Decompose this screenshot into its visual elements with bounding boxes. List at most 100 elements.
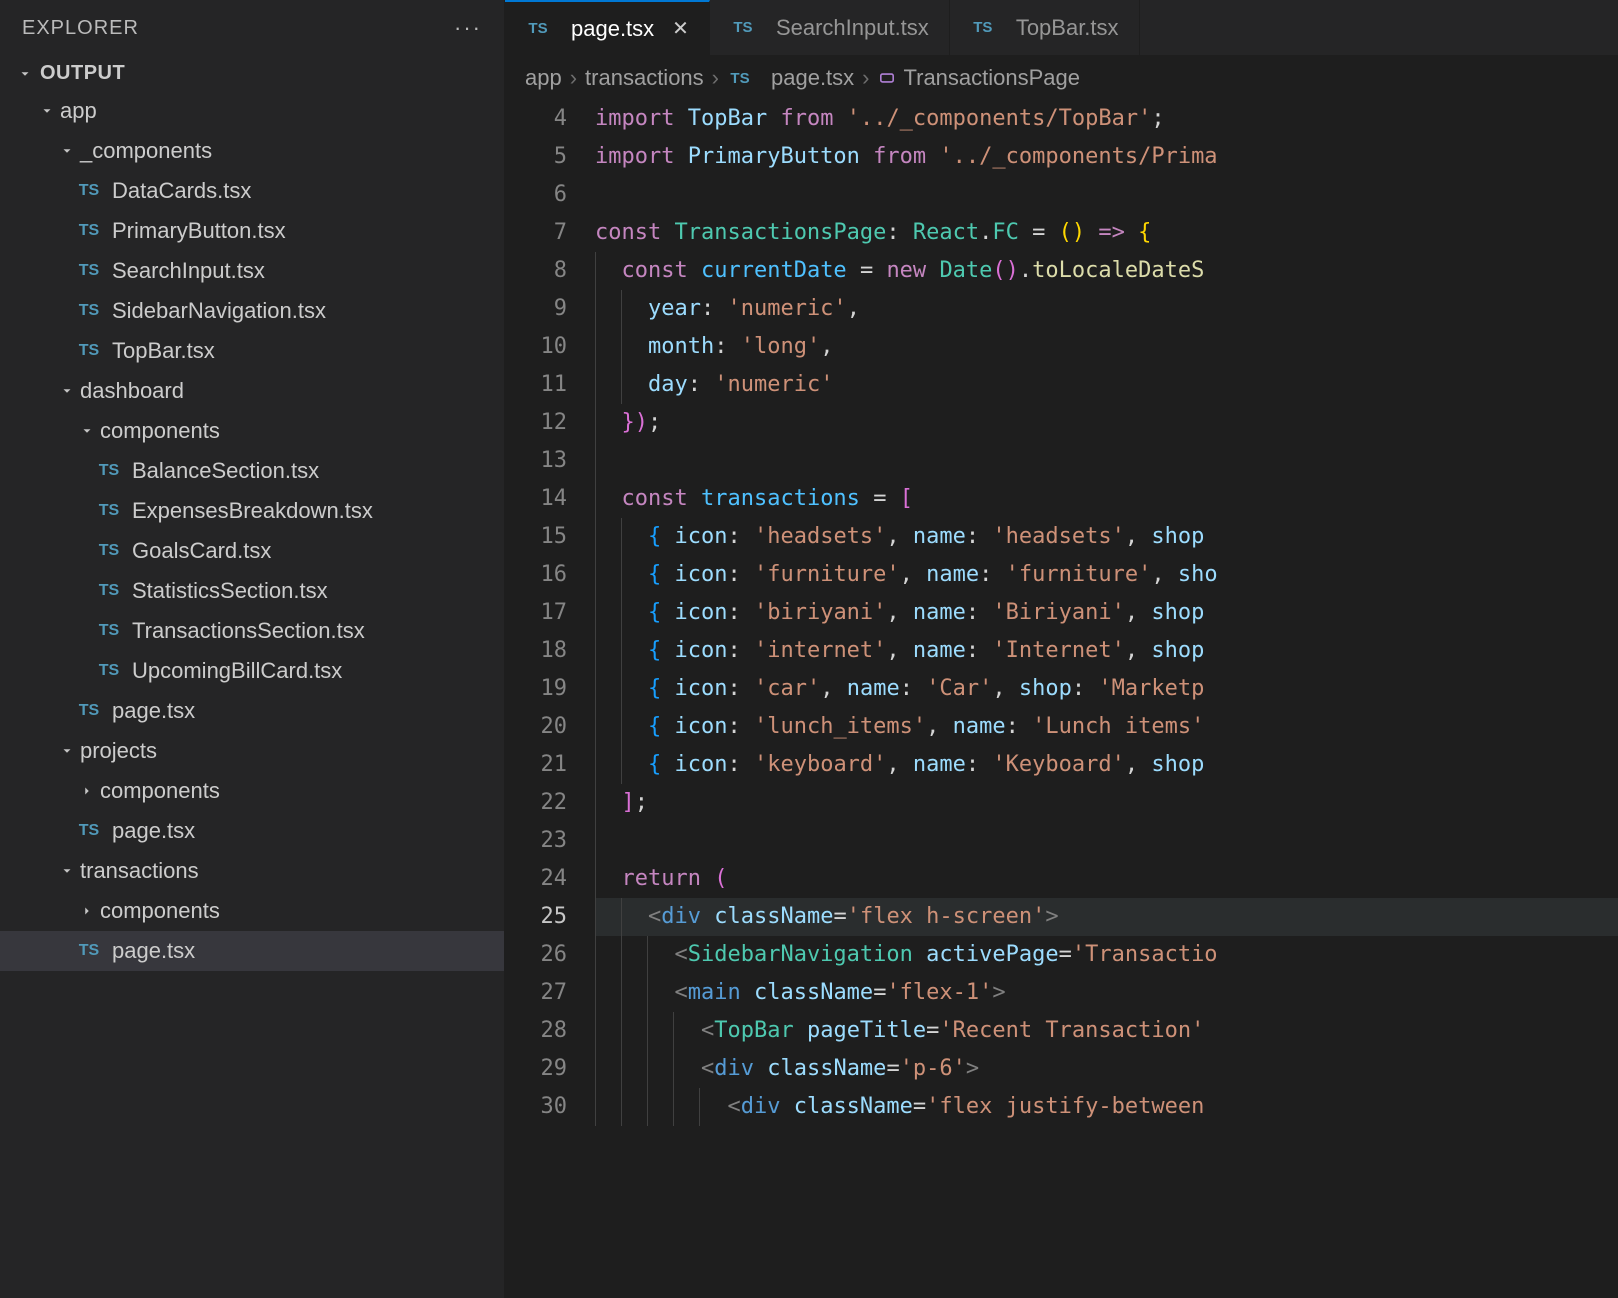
file-dashboard-page[interactable]: TSpage.tsx: [0, 691, 504, 731]
file-expensesbreakdown[interactable]: TSExpensesBreakdown.tsx: [0, 491, 504, 531]
ts-icon: TS: [76, 303, 102, 319]
ts-icon: TS: [96, 543, 122, 559]
ts-icon: TS: [96, 583, 122, 599]
ts-icon: TS: [970, 19, 996, 36]
breadcrumb-part[interactable]: page.tsx: [771, 65, 854, 91]
file-transactionssection[interactable]: TSTransactionsSection.tsx: [0, 611, 504, 651]
code-line[interactable]: <div className='flex justify-between: [595, 1088, 1618, 1126]
ts-icon: TS: [96, 463, 122, 479]
chevron-down-icon: [16, 65, 34, 83]
chevron-down-icon: [56, 864, 78, 878]
ts-icon: TS: [96, 503, 122, 519]
code-line[interactable]: <div className='p-6'>: [595, 1050, 1618, 1088]
code-line[interactable]: ];: [595, 784, 1618, 822]
ts-icon: TS: [730, 19, 756, 36]
chevron-down-icon: [56, 144, 78, 158]
tab-label: SearchInput.tsx: [776, 15, 929, 41]
code-line[interactable]: { icon: 'headsets', name: 'headsets', sh…: [595, 518, 1618, 556]
file-searchinput[interactable]: TSSearchInput.tsx: [0, 251, 504, 291]
chevron-right-icon: [76, 784, 98, 798]
chevron-down-icon: [36, 104, 58, 118]
code-line[interactable]: month: 'long',: [595, 328, 1618, 366]
file-sidebarnavigation[interactable]: TSSidebarNavigation.tsx: [0, 291, 504, 331]
ts-icon: TS: [76, 223, 102, 239]
code-line[interactable]: { icon: 'keyboard', name: 'Keyboard', sh…: [595, 746, 1618, 784]
editor-tabs: TS page.tsx ✕ TS SearchInput.tsx TS TopB…: [505, 0, 1618, 56]
file-projects-page[interactable]: TSpage.tsx: [0, 811, 504, 851]
file-transactions-page[interactable]: TSpage.tsx: [0, 931, 504, 971]
code-line[interactable]: const TransactionsPage: React.FC = () =>…: [595, 214, 1618, 252]
more-actions-icon[interactable]: ···: [454, 15, 482, 41]
chevron-down-icon: [56, 744, 78, 758]
code-line[interactable]: [595, 442, 1618, 480]
file-tree[interactable]: app _components TSDataCards.tsx TSPrimar…: [0, 91, 504, 1298]
code-editor[interactable]: 4567891011121314151617181920212223242526…: [505, 100, 1618, 1298]
explorer-sidebar: EXPLORER ··· OUTPUT app _components TSDa…: [0, 0, 505, 1298]
file-statisticssection[interactable]: TSStatisticsSection.tsx: [0, 571, 504, 611]
code-line[interactable]: { icon: 'internet', name: 'Internet', sh…: [595, 632, 1618, 670]
folder-dashboard-components[interactable]: components: [0, 411, 504, 451]
ts-icon: TS: [525, 20, 551, 37]
file-upcomingbillcard[interactable]: TSUpcomingBillCard.tsx: [0, 651, 504, 691]
breadcrumb[interactable]: app › transactions › TS page.tsx › Trans…: [505, 56, 1618, 100]
explorer-section-output[interactable]: OUTPUT: [0, 56, 504, 91]
chevron-down-icon: [76, 424, 98, 438]
code-line[interactable]: { icon: 'biriyani', name: 'Biriyani', sh…: [595, 594, 1618, 632]
code-line[interactable]: <div className='flex h-screen'>: [595, 898, 1618, 936]
breadcrumb-part[interactable]: app: [525, 65, 562, 91]
code-line[interactable]: [595, 176, 1618, 214]
folder-dashboard[interactable]: dashboard: [0, 371, 504, 411]
chevron-right-icon: [76, 904, 98, 918]
line-gutter: 4567891011121314151617181920212223242526…: [505, 100, 595, 1298]
folder-app[interactable]: app: [0, 91, 504, 131]
code-line[interactable]: <TopBar pageTitle='Recent Transaction': [595, 1012, 1618, 1050]
code-line[interactable]: day: 'numeric': [595, 366, 1618, 404]
tab-topbar[interactable]: TS TopBar.tsx: [950, 0, 1140, 55]
code-line[interactable]: { icon: 'furniture', name: 'furniture', …: [595, 556, 1618, 594]
folder-transactions-components[interactable]: components: [0, 891, 504, 931]
ts-icon: TS: [96, 663, 122, 679]
folder-projects-components[interactable]: components: [0, 771, 504, 811]
folder-projects[interactable]: projects: [0, 731, 504, 771]
folder-components[interactable]: _components: [0, 131, 504, 171]
file-balancesection[interactable]: TSBalanceSection.tsx: [0, 451, 504, 491]
ts-icon: TS: [96, 623, 122, 639]
code-content[interactable]: import TopBar from '../_components/TopBa…: [595, 100, 1618, 1298]
folder-transactions[interactable]: transactions: [0, 851, 504, 891]
code-line[interactable]: });: [595, 404, 1618, 442]
code-line[interactable]: <main className='flex-1'>: [595, 974, 1618, 1012]
ts-icon: TS: [76, 943, 102, 959]
file-datacards[interactable]: TSDataCards.tsx: [0, 171, 504, 211]
code-line[interactable]: <SidebarNavigation activePage='Transacti…: [595, 936, 1618, 974]
code-line[interactable]: { icon: 'lunch_items', name: 'Lunch item…: [595, 708, 1618, 746]
file-topbar[interactable]: TSTopBar.tsx: [0, 331, 504, 371]
explorer-title: EXPLORER: [22, 17, 139, 40]
chevron-right-icon: ›: [862, 65, 869, 91]
tab-searchinput[interactable]: TS SearchInput.tsx: [710, 0, 950, 55]
tab-label: page.tsx: [571, 16, 654, 42]
tab-page[interactable]: TS page.tsx ✕: [505, 0, 710, 55]
code-line[interactable]: [595, 822, 1618, 860]
ts-icon: TS: [76, 263, 102, 279]
chevron-down-icon: [56, 384, 78, 398]
ts-icon: TS: [76, 703, 102, 719]
ts-icon: TS: [76, 183, 102, 199]
code-line[interactable]: const transactions = [: [595, 480, 1618, 518]
code-line[interactable]: year: 'numeric',: [595, 290, 1618, 328]
close-icon[interactable]: ✕: [672, 16, 689, 41]
code-line[interactable]: import TopBar from '../_components/TopBa…: [595, 100, 1618, 138]
code-line[interactable]: const currentDate = new Date().toLocaleD…: [595, 252, 1618, 290]
tab-label: TopBar.tsx: [1016, 15, 1119, 41]
breadcrumb-part[interactable]: TransactionsPage: [904, 65, 1081, 91]
symbol-variable-icon: [878, 69, 896, 87]
ts-icon: TS: [76, 823, 102, 839]
editor-pane: TS page.tsx ✕ TS SearchInput.tsx TS TopB…: [505, 0, 1618, 1298]
code-line[interactable]: return (: [595, 860, 1618, 898]
breadcrumb-part[interactable]: transactions: [585, 65, 704, 91]
file-primarybutton[interactable]: TSPrimaryButton.tsx: [0, 211, 504, 251]
code-line[interactable]: { icon: 'car', name: 'Car', shop: 'Marke…: [595, 670, 1618, 708]
file-goalscard[interactable]: TSGoalsCard.tsx: [0, 531, 504, 571]
section-label: OUTPUT: [40, 62, 125, 85]
code-line[interactable]: import PrimaryButton from '../_component…: [595, 138, 1618, 176]
chevron-right-icon: ›: [570, 65, 577, 91]
